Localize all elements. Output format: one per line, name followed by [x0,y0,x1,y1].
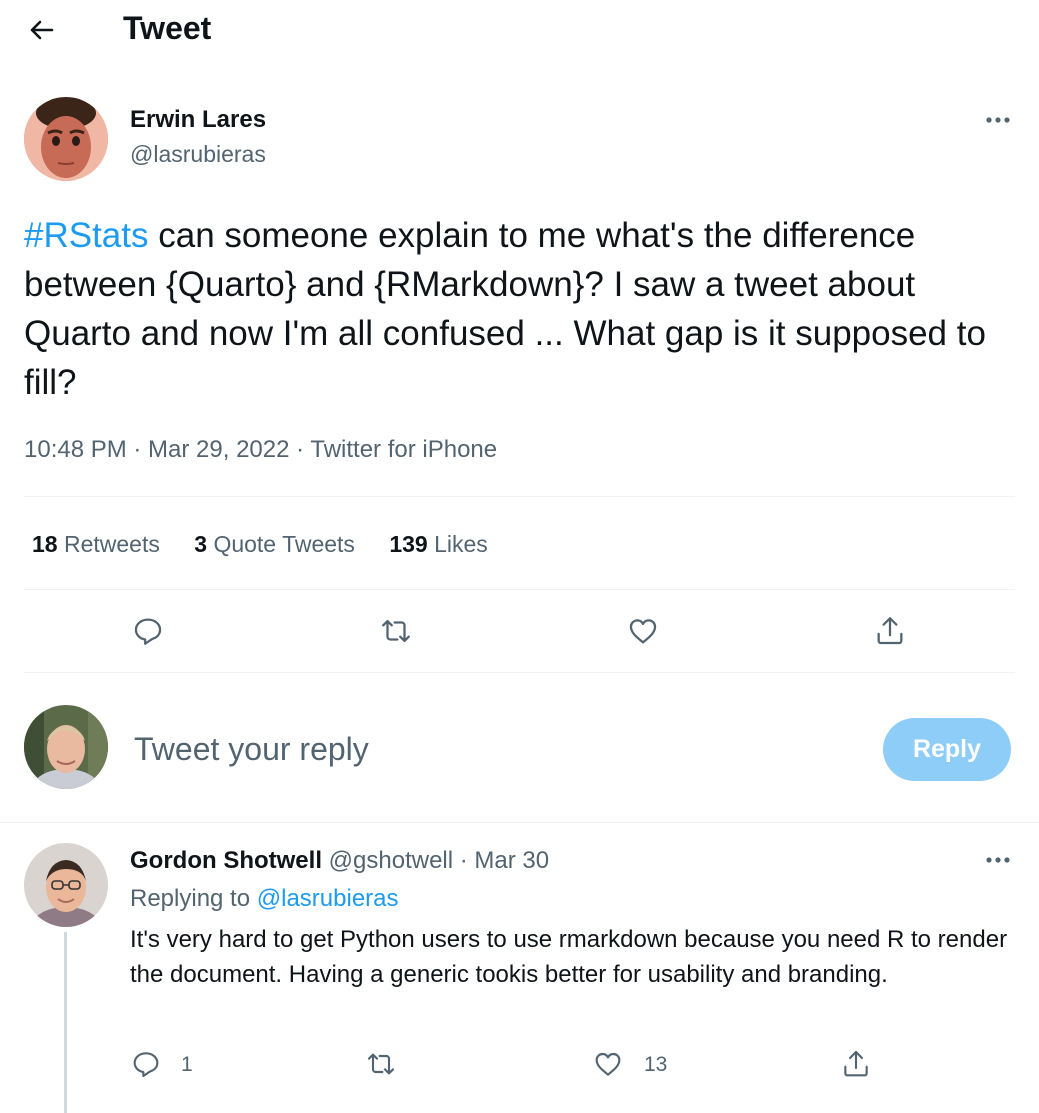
likes-label: Likes [434,531,488,557]
divider [24,589,1015,590]
more-icon [986,857,1010,863]
reply-button[interactable] [131,614,165,648]
tweet-timestamp[interactable]: 10:48 PM · Mar 29, 2022 · Twitter for iP… [24,436,497,464]
reply-like-button[interactable]: 13 [592,1048,682,1080]
reply-submit-button[interactable]: Reply [883,718,1011,781]
reply-share-button[interactable] [840,1048,872,1080]
share-icon [877,617,903,645]
share-button[interactable] [873,614,907,648]
reply-reply-button[interactable]: 1 [130,1048,210,1080]
likes-stat[interactable]: 139 Likes [389,531,487,557]
retweet-icon [367,1053,395,1075]
divider [24,672,1015,673]
retweet-icon [382,619,410,643]
tweet-text: #RStats can someone explain to me what's… [24,211,1014,407]
avatar-image [24,97,108,181]
retweets-stat[interactable]: 18 Retweets [32,531,166,557]
reply-reply-count: 1 [181,1053,193,1076]
reply-date[interactable]: · Mar 30 [460,847,549,874]
reply-input[interactable]: Tweet your reply [134,731,369,768]
likes-count: 139 [389,531,428,557]
divider [24,496,1015,497]
more-icon [986,117,1010,123]
like-icon [595,1052,621,1076]
retweet-button[interactable] [379,614,413,648]
quotes-label: Quote Tweets [213,531,355,557]
reply-author-avatar[interactable] [24,843,108,927]
reply-author-name[interactable]: Gordon Shotwell [130,847,322,874]
like-icon [629,619,657,644]
current-user-avatar[interactable] [24,705,108,789]
reply-more-button[interactable] [980,846,1016,874]
author-handle[interactable]: @lasrubieras [130,141,266,168]
share-icon [844,1050,868,1077]
back-arrow-icon [30,20,54,40]
tweet-body: can someone explain to me what's the dif… [24,216,986,402]
quotes-stat[interactable]: 3 Quote Tweets [194,531,361,557]
hashtag-link[interactable]: #RStats [24,216,149,255]
quotes-count: 3 [194,531,208,557]
tweet-stats: 18 Retweets 3 Quote Tweets 139 Likes [32,531,488,558]
reply-icon [133,1052,159,1078]
reply-retweet-button[interactable] [365,1048,397,1080]
avatar-image [24,843,108,927]
reply-like-count: 13 [644,1053,668,1076]
author-name[interactable]: Erwin Lares [130,106,266,134]
like-button[interactable] [626,614,660,648]
tweet-more-button[interactable] [980,106,1016,134]
reply-icon [134,618,162,645]
thread-line [64,932,67,1113]
reply-text: It's very hard to get Python users to us… [130,926,1008,988]
retweets-label: Retweets [63,531,160,557]
replying-to: Replying to @lasrubieras [130,885,399,913]
author-avatar[interactable] [24,97,108,181]
reply-author-handle[interactable]: @gshotwell [329,847,453,874]
replying-to-label: Replying to [130,885,251,912]
replying-to-handle[interactable]: @lasrubieras [257,885,399,912]
reply-header: Gordon Shotwell @gshotwell · Mar 30 [130,847,549,875]
page-title: Tweet [123,10,212,46]
retweets-count: 18 [32,531,58,557]
divider [0,822,1039,823]
avatar-image [24,705,108,789]
back-button[interactable] [22,12,62,48]
